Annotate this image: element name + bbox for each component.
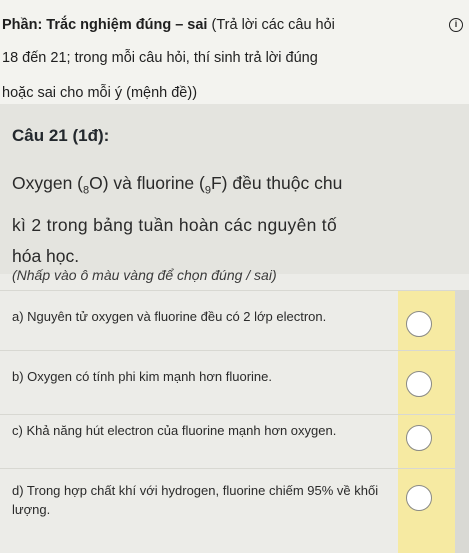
statement-text-c: c) Khả năng hút electron của fluorine mạ… (12, 423, 337, 438)
statement-row-d: d) Trong hợp chất khí với hydrogen, fluo… (0, 468, 469, 553)
instructions-line-3: hoặc sai cho mỗi ý (mệnh đề)) (2, 85, 198, 101)
answer-cell-d[interactable] (398, 469, 455, 553)
instructions-line-2: 18 đến 21; trong mỗi câu hỏi, thí sinh t… (2, 50, 318, 66)
question-text-line-1: Oxygen (8O) và fluorine (9F) đều thuộc c… (12, 172, 342, 202)
selection-hint: (Nhấp vào ô màu vàng để chọn đúng / sai) (12, 267, 277, 283)
statement-text-b: b) Oxygen có tính phi kim mạnh hơn fluor… (12, 369, 272, 384)
instructions-header: Phần: Trắc nghiệm đúng – sai (Trả lời cá… (0, 0, 469, 104)
statement-row-a: a) Nguyên tử oxygen và fluorine đều có 2… (0, 290, 469, 350)
radio-button-d[interactable] (406, 485, 432, 511)
info-icon[interactable]: i (449, 18, 463, 32)
page-edge (455, 290, 469, 553)
radio-button-b[interactable] (406, 371, 432, 397)
section-title: Phần: Trắc nghiệm đúng – sai (2, 17, 208, 33)
statement-row-c: c) Khả năng hút electron của fluorine mạ… (0, 414, 469, 468)
question-text-part: Oxygen ( (12, 173, 83, 193)
question-text-line-3: hóa học. (12, 246, 80, 266)
question-text-part: O) và fluorine ( (89, 173, 205, 193)
radio-button-a[interactable] (406, 311, 432, 337)
statement-text-d: d) Trong hợp chất khí với hydrogen, fluo… (12, 483, 379, 517)
question-text-line-2: kì 2 trong bảng tuần hoàn các nguyên tố (12, 215, 337, 235)
statement-row-b: b) Oxygen có tính phi kim mạnh hơn fluor… (0, 350, 469, 414)
statement-text-a: a) Nguyên tử oxygen và fluorine đều có 2… (12, 309, 327, 324)
instructions-text-1: (Trả lời các câu hỏi (207, 17, 335, 33)
radio-button-c[interactable] (406, 425, 432, 451)
instructions-line-1: Phần: Trắc nghiệm đúng – sai (Trả lời cá… (2, 15, 335, 35)
question-title: Câu 21 (1đ): (12, 126, 110, 145)
question-text-part: F) đều thuộc chu (210, 173, 343, 193)
